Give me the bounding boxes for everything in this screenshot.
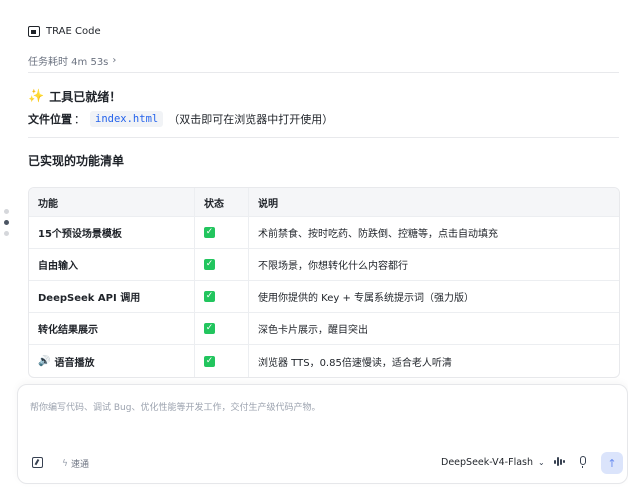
- scroll-dot[interactable]: [4, 209, 9, 214]
- table-row: DeepSeek API 调用 ✓ 使用你提供的 Key + 专属系统提示词（强…: [29, 281, 619, 313]
- table-header-row: 功能 状态 说明: [29, 188, 619, 217]
- status-cell: ✓: [195, 281, 249, 312]
- checkmark-icon: ✓: [204, 355, 215, 367]
- description-cell: 浏览器 TTS，0.85倍速慢读，适合老人听清: [258, 357, 452, 369]
- microphone-icon[interactable]: [580, 456, 586, 468]
- model-selector[interactable]: DeepSeek-V4-Flash ⌄: [441, 457, 545, 468]
- status-cell: ✓: [195, 313, 249, 344]
- file-location-note: （双击即可在浏览器中打开使用）: [168, 113, 334, 126]
- speaker-icon: 🔊: [38, 355, 51, 367]
- checkmark-icon: ✓: [204, 323, 215, 334]
- table-row: 15个预设场景模板 ✓ 术前禁食、按时吃药、防跌倒、控糖等，点击自动填充: [29, 217, 619, 249]
- scroll-dot-active[interactable]: [4, 220, 9, 225]
- table-row: 自由输入 ✓ 不限场景，你想转化什么内容都行: [29, 249, 619, 281]
- feature-cell: DeepSeek API 调用: [29, 281, 195, 312]
- checkmark-icon: ✓: [204, 259, 215, 270]
- table-header-cell: 状态: [195, 188, 249, 216]
- file-location-colon: ：: [74, 113, 85, 126]
- window-icon: [28, 26, 40, 37]
- edit-mode-icon[interactable]: [32, 457, 43, 468]
- feature-cell: 转化结果展示: [29, 313, 195, 344]
- features-title: 已实现的功能清单: [28, 154, 125, 168]
- fast-mode-toggle[interactable]: ϟ 速通: [62, 457, 89, 471]
- composer[interactable]: 帮你编写代码、调试 Bug、优化性能等开发工作，交付生产级代码产物。 ϟ 速通 …: [17, 384, 628, 484]
- divider: [28, 72, 619, 73]
- task-time-label: 任务耗时 4m 53s: [28, 57, 109, 68]
- file-location-label: 文件位置: [28, 113, 72, 126]
- arrow-up-icon: ↑: [607, 456, 617, 470]
- description-cell: 使用你提供的 Key + 专属系统提示词（强力版）: [258, 293, 475, 304]
- sparkle-icon: ✨: [28, 89, 45, 104]
- description-cell: 深色卡片展示，醒目突出: [258, 325, 368, 336]
- chevron-right-icon: ›: [112, 55, 117, 66]
- file-location: 文件位置 ： index.html （双击即可在浏览器中打开使用）: [28, 111, 333, 127]
- file-name-code[interactable]: index.html: [90, 111, 164, 127]
- scroll-dot[interactable]: [4, 231, 9, 236]
- status-cell: ✓: [195, 249, 249, 280]
- feature-cell: 15个预设场景模板: [29, 217, 195, 248]
- composer-input[interactable]: 帮你编写代码、调试 Bug、优化性能等开发工作，交付生产级代码产物。: [30, 400, 320, 413]
- scroll-indicator[interactable]: [4, 209, 9, 236]
- status-cell: ✓: [195, 217, 249, 248]
- table-header-cell: 功能: [29, 188, 195, 216]
- send-button[interactable]: ↑: [601, 452, 623, 474]
- divider: [28, 137, 619, 138]
- checkmark-icon: ✓: [204, 227, 215, 238]
- features-table: 功能 状态 说明 15个预设场景模板 ✓ 术前禁食、按时吃药、防跌倒、控糖等，点…: [28, 187, 620, 378]
- feature-label: 语音播放: [54, 357, 95, 369]
- ready-heading-text: 工具已就绪！: [49, 90, 122, 104]
- feature-cell: 🔊 语音播放: [29, 345, 195, 377]
- description-cell: 术前禁食、按时吃药、防跌倒、控糖等，点击自动填充: [258, 229, 498, 240]
- voice-wave-icon[interactable]: [554, 456, 565, 467]
- lightning-icon: ϟ: [62, 458, 68, 469]
- app-name: TRAE Code: [46, 26, 101, 37]
- fast-mode-label: 速通: [70, 460, 89, 470]
- status-cell: ✓: [195, 345, 249, 377]
- checkmark-icon: ✓: [204, 291, 215, 302]
- table-row: 转化结果展示 ✓ 深色卡片展示，醒目突出: [29, 313, 619, 345]
- chevron-down-icon: ⌄: [538, 458, 545, 467]
- table-row: 🔊 语音播放 ✓ 浏览器 TTS，0.85倍速慢读，适合老人听清: [29, 345, 619, 377]
- model-name: DeepSeek-V4-Flash: [441, 457, 533, 468]
- table-header-cell: 说明: [258, 198, 278, 210]
- ready-heading: ✨ 工具已就绪！: [28, 88, 121, 105]
- feature-cell: 自由输入: [29, 249, 195, 280]
- task-time-toggle[interactable]: 任务耗时 4m 53s ›: [28, 53, 116, 68]
- description-cell: 不限场景，你想转化什么内容都行: [258, 261, 408, 272]
- app-header: TRAE Code: [28, 26, 101, 37]
